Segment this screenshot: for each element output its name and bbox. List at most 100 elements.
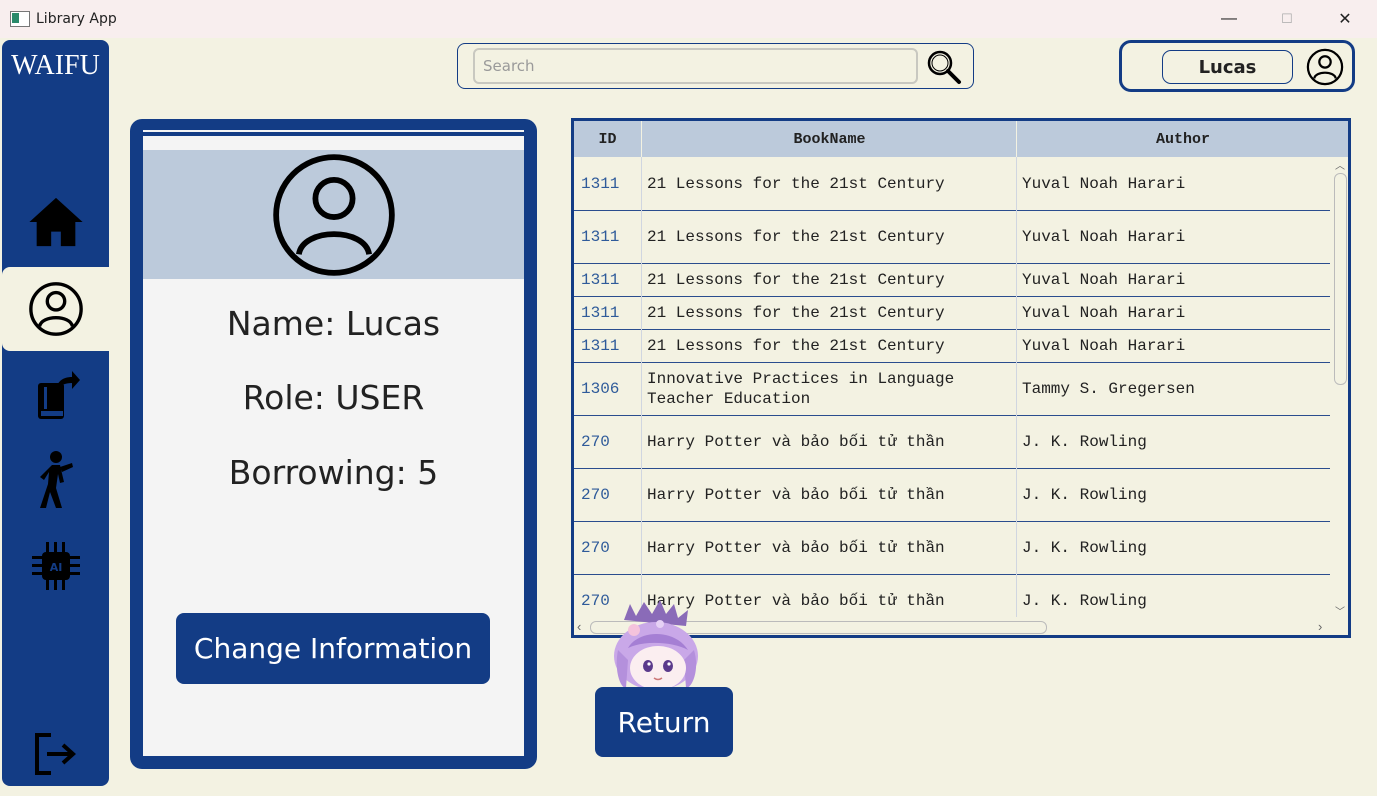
mascot-image <box>614 600 698 688</box>
scroll-left-icon[interactable]: ‹ <box>577 619 581 634</box>
cell-id: 270 <box>581 485 610 504</box>
search-icon <box>927 50 961 84</box>
column-header-id[interactable]: ID <box>574 121 641 157</box>
table-row[interactable]: 1311 21 Lessons for the 21st Century Yuval… <box>574 329 1330 363</box>
table-row[interactable]: 1311 21 Lessons for the 21st Century Yuval… <box>574 263 1330 297</box>
column-divider <box>1016 329 1017 362</box>
table-row[interactable]: 1311 21 Lessons for the 21st Century Yuval… <box>574 296 1330 330</box>
cell-name: Harry Potter và bảo bối tử thần <box>647 432 945 451</box>
sidebar-item-home[interactable] <box>2 180 109 264</box>
cell-id: 1311 <box>581 270 620 289</box>
table-body: 1311 21 Lessons for the 21st Century Yuval… <box>574 157 1330 617</box>
profile-avatar-band <box>143 150 524 279</box>
column-header-bookname[interactable]: BookName <box>641 121 1017 157</box>
table-row[interactable]: 270 Harry Potter và bảo bối tử thần J. K. … <box>574 468 1330 522</box>
cell-id: 1311 <box>581 336 620 355</box>
cell-name: 21 Lessons for the 21st Century <box>647 227 945 246</box>
table-row[interactable]: 1306 Innovative Practices in Language Tea… <box>574 362 1330 416</box>
column-divider <box>1016 468 1017 521</box>
column-divider <box>1016 521 1017 574</box>
table-row[interactable]: 1311 21 Lessons for the 21st Century Yuval… <box>574 210 1330 264</box>
user-panel: Lucas <box>1119 40 1355 92</box>
cell-author: Yuval Noah Harari <box>1022 174 1186 193</box>
cell-author: Tammy S. Gregersen <box>1022 379 1195 398</box>
cell-id: 1306 <box>581 379 620 398</box>
maximize-button[interactable]: ☐ <box>1264 0 1310 38</box>
cell-name: 21 Lessons for the 21st Century <box>647 336 945 355</box>
table-row[interactable]: 1311 21 Lessons for the 21st Century Yuval… <box>574 157 1330 211</box>
cell-author: Yuval Noah Harari <box>1022 336 1186 355</box>
column-divider <box>641 415 642 468</box>
book-share-icon <box>37 371 80 419</box>
app-logo: WAIFU <box>11 50 100 81</box>
logout-icon <box>34 733 76 775</box>
change-information-button[interactable]: Change Information <box>176 613 490 684</box>
divider <box>143 130 524 132</box>
cell-author: J. K. Rowling <box>1022 485 1147 504</box>
profile-role: Role: USER <box>242 378 425 417</box>
column-divider <box>641 521 642 574</box>
user-circle-icon <box>1306 48 1344 86</box>
column-divider <box>641 468 642 521</box>
profile-panel: Name: Lucas Role: USER Borrowing: 5 Chan… <box>143 136 524 756</box>
sidebar-item-profile[interactable] <box>2 267 109 351</box>
home-icon <box>28 197 83 247</box>
close-button[interactable]: ✕ <box>1322 0 1368 38</box>
column-divider <box>1016 415 1017 468</box>
scroll-down-icon[interactable]: ﹀ <box>1335 603 1345 618</box>
profile-name: Name: Lucas <box>226 304 441 343</box>
scroll-right-icon[interactable]: › <box>1318 619 1322 634</box>
ai-chip-icon: AI <box>31 542 80 590</box>
cell-author: Yuval Noah Harari <box>1022 303 1186 322</box>
column-divider <box>1016 574 1017 617</box>
borrowed-books-table: ID BookName Author 1311 21 Lessons for th… <box>571 118 1351 638</box>
scroll-up-icon[interactable]: ︿ <box>1335 157 1345 172</box>
column-divider <box>1016 263 1017 296</box>
cell-author: J. K. Rowling <box>1022 538 1147 557</box>
cell-name: 21 Lessons for the 21st Century <box>647 174 945 193</box>
sidebar-item-activity[interactable] <box>2 438 109 522</box>
minimize-button[interactable]: — <box>1206 0 1252 38</box>
cell-name: Innovative Practices in Language Teacher… <box>647 369 955 408</box>
column-divider <box>641 263 642 296</box>
cell-id: 1311 <box>581 227 620 246</box>
user-circle-icon <box>28 282 83 336</box>
return-button[interactable]: Return <box>595 687 733 757</box>
column-divider <box>641 157 642 210</box>
user-avatar[interactable] <box>1306 48 1344 91</box>
cell-author: Yuval Noah Harari <box>1022 270 1186 289</box>
user-circle-icon <box>272 153 395 276</box>
column-divider <box>641 210 642 263</box>
column-divider <box>1016 210 1017 263</box>
user-name-button[interactable]: Lucas <box>1162 50 1293 84</box>
table-row[interactable]: 270 Harry Potter và bảo bối tử thần J. K. … <box>574 415 1330 469</box>
profile-borrowing: Borrowing: 5 <box>228 453 439 492</box>
column-divider <box>1016 362 1017 415</box>
table-row[interactable]: 270 Harry Potter và bảo bối tử thần J. K. … <box>574 521 1330 575</box>
cell-id: 270 <box>581 432 610 451</box>
cell-author: Yuval Noah Harari <box>1022 227 1186 246</box>
app-icon <box>10 11 30 27</box>
vertical-scrollbar[interactable]: ︿ ﹀ <box>1331 157 1348 618</box>
cell-id: 1311 <box>581 303 620 322</box>
svg-text:AI: AI <box>49 561 62 574</box>
cell-id: 270 <box>581 538 610 557</box>
title-bar: Library App — ☐ ✕ <box>0 0 1377 38</box>
search-input[interactable] <box>473 48 918 84</box>
table-header: ID BookName Author <box>574 121 1348 157</box>
sidebar-item-borrow[interactable] <box>2 353 109 437</box>
sidebar: WAIFU AI <box>2 40 109 786</box>
logout-button[interactable] <box>2 712 109 796</box>
walking-person-icon <box>39 451 73 508</box>
vertical-scroll-thumb[interactable] <box>1334 173 1347 385</box>
column-header-author[interactable]: Author <box>1016 121 1348 157</box>
search-button[interactable] <box>924 48 964 86</box>
column-divider <box>1016 157 1017 210</box>
column-divider <box>641 329 642 362</box>
column-divider <box>1016 296 1017 329</box>
column-divider <box>641 296 642 329</box>
cell-author: J. K. Rowling <box>1022 432 1147 451</box>
column-divider <box>641 362 642 415</box>
sidebar-item-ai[interactable]: AI <box>2 524 109 608</box>
search-bar <box>457 43 974 89</box>
